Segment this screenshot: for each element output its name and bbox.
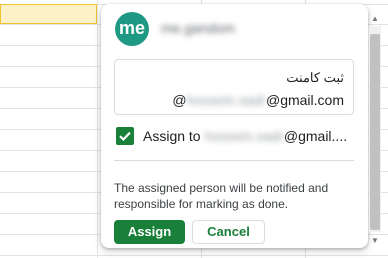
comment-mention: @hossein.sadr@gmail.com [172, 92, 344, 108]
mention-domain: @gmail.com [265, 92, 344, 108]
assign-label-text: Assign to [143, 128, 201, 144]
assignee-domain: @gmail.... [283, 128, 348, 144]
assign-checkbox[interactable] [116, 127, 134, 145]
scroll-up-arrow-icon[interactable]: ▲ [369, 14, 381, 24]
scrollbar-thumb[interactable] [370, 34, 380, 230]
assign-button[interactable]: Assign [114, 220, 185, 244]
assign-notice: The assigned person will be notified and… [114, 181, 329, 211]
scroll-down-arrow-icon[interactable]: ▼ [369, 236, 381, 246]
grid-row-line [0, 255, 388, 256]
grid-column-line [97, 0, 98, 258]
selected-cell[interactable] [0, 4, 97, 24]
comment-input[interactable]: ثبت کامنت @hossein.sadr@gmail.com [114, 59, 354, 115]
author-name-redacted: me.gandom [161, 20, 235, 36]
mention-redacted: hossein.sadr [186, 92, 266, 108]
assign-to-label: Assign to hossein.sadr@gmail.... [143, 128, 347, 144]
divider [114, 160, 354, 161]
mention-prefix: @ [172, 92, 187, 108]
avatar[interactable]: me [115, 12, 149, 46]
assign-comment-popup: me me.gandom ثبت کامنت @hossein.sadr@gma… [101, 4, 368, 248]
cancel-button[interactable]: Cancel [192, 220, 265, 244]
check-icon [119, 131, 131, 141]
comment-text: ثبت کامنت [286, 70, 344, 85]
assignee-redacted: hossein.sadr [204, 128, 284, 144]
